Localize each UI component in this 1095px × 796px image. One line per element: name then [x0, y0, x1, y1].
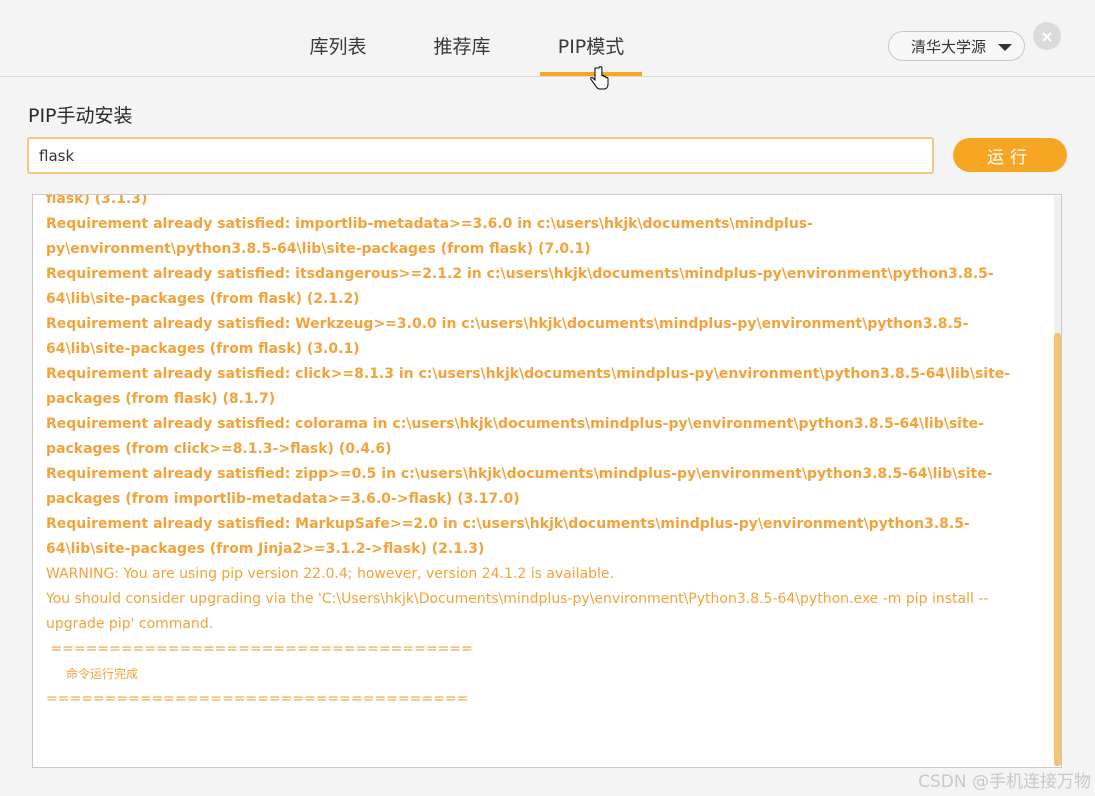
console-line: ====================================: [46, 691, 469, 707]
console-line: Requirement already satisfied: itsdanger…: [46, 266, 994, 307]
watermark: CSDN @手机连接万物: [918, 772, 1091, 792]
tab-library-list[interactable]: 库列表: [290, 32, 386, 76]
console-line: Requirement already satisfied: click>=8.…: [46, 366, 1011, 407]
console-line: WARNING: You are using pip version 22.0.…: [46, 566, 614, 582]
console-line: Requirement already satisfied: colorama …: [46, 416, 984, 457]
tab-recommended-libraries[interactable]: 推荐库: [414, 32, 510, 76]
console-line: Requirement already satisfied: zipp>=0.5…: [46, 466, 993, 507]
mirror-source-value: 清华大学源: [911, 37, 987, 56]
section-title: PIP手动安装: [28, 105, 133, 127]
pip-command-input[interactable]: [27, 137, 934, 174]
close-icon: ×: [1040, 26, 1054, 46]
console-line: flask) (3.1.3): [46, 194, 148, 207]
top-tab-bar: 库列表 推荐库 PIP模式 清华大学源 ×: [0, 0, 1095, 90]
run-button[interactable]: 运行: [953, 138, 1067, 172]
console-line: Requirement already satisfied: Werkzeug>…: [46, 316, 969, 357]
console-line: ====================================: [46, 641, 473, 657]
console-line: Requirement already satisfied: importlib…: [46, 216, 813, 257]
console-text: flask) (3.1.3) Requirement already satisf…: [46, 194, 1036, 712]
scrollbar-thumb[interactable]: [1054, 333, 1061, 766]
console-line: 命令运行完成: [66, 667, 139, 681]
console-line: Requirement already satisfied: MarkupSaf…: [46, 516, 970, 557]
chevron-down-icon: [998, 44, 1012, 51]
mirror-source-dropdown[interactable]: 清华大学源: [888, 31, 1025, 61]
console-output: flask) (3.1.3) Requirement already satisf…: [32, 194, 1062, 768]
console-line: You should consider upgrading via the 'C…: [46, 591, 989, 632]
hand-cursor-icon: [590, 66, 609, 90]
close-button[interactable]: ×: [1033, 22, 1061, 50]
